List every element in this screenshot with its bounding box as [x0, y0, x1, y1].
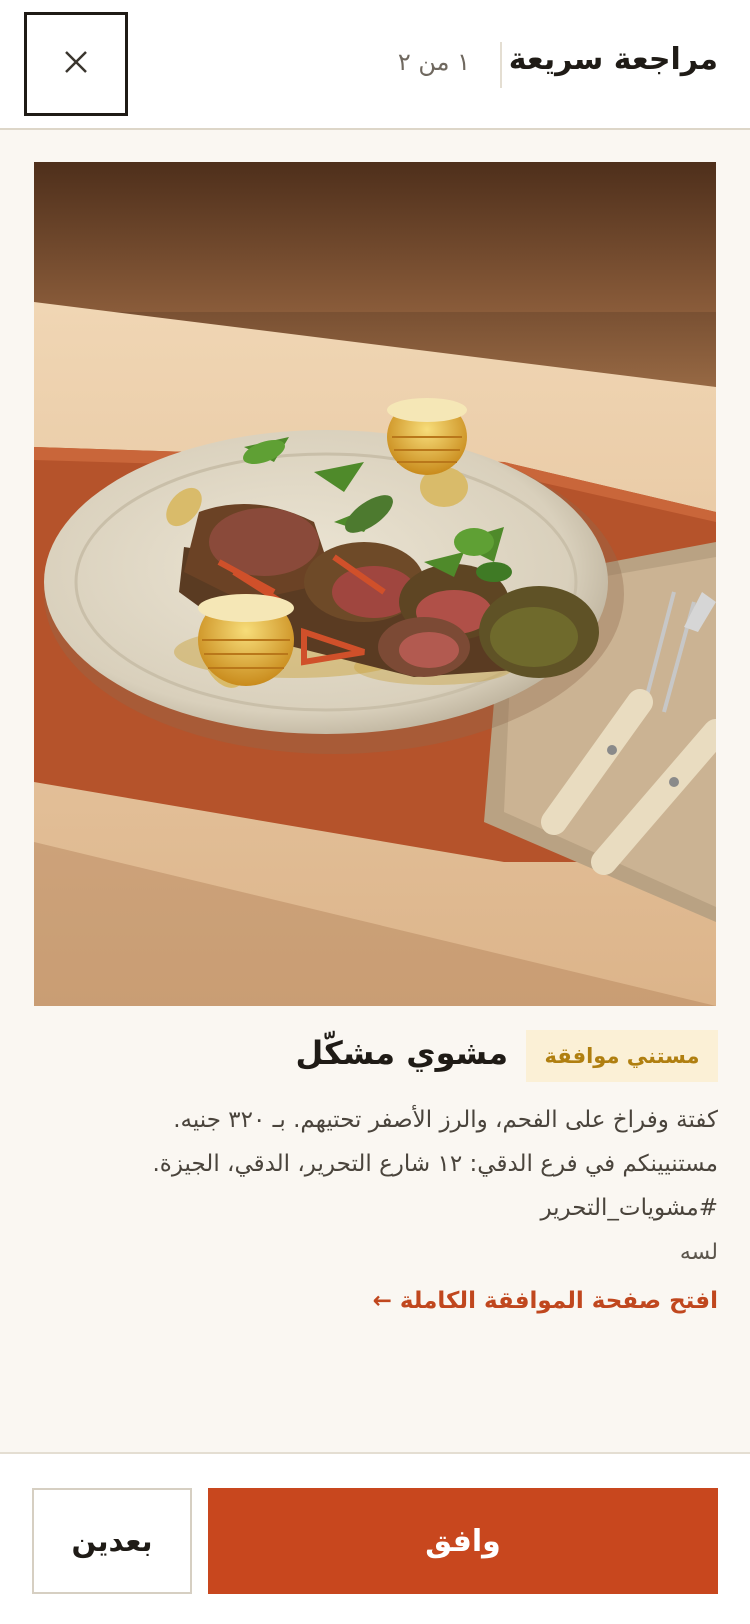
header-divider: [500, 42, 502, 88]
close-icon: [63, 49, 89, 79]
status-badge: مستني موافقة: [526, 1030, 718, 1082]
dish-photo: [34, 162, 716, 1006]
caption-line: مستنيينكم في فرع الدقي: ١٢ شارع التحرير،…: [152, 1151, 718, 1177]
caption-line: كفتة وفراخ على الفحم، والرز الأصفر تحتيه…: [173, 1107, 718, 1133]
open-full-approval-link[interactable]: افتح صفحة الموافقة الكاملة ←: [373, 1288, 718, 1314]
dish-name: مشوي مشكّل: [295, 1034, 508, 1072]
post-caption: كفتة وفراخ على الفحم، والرز الأصفر تحتيه…: [28, 1098, 718, 1230]
approve-button[interactable]: وافق: [208, 1488, 718, 1594]
caption-hashtag: #مشويات_التحرير: [540, 1195, 718, 1221]
action-bar: وافق بعدين: [0, 1452, 750, 1624]
grill-plate-illustration: [34, 162, 716, 1006]
review-counter: ١ من ٢: [397, 48, 470, 76]
page-title: مراجعة سريعة: [508, 42, 718, 77]
status-text: لسه: [679, 1240, 718, 1265]
close-button[interactable]: [24, 12, 128, 116]
later-button[interactable]: بعدين: [32, 1488, 192, 1594]
review-header: مراجعة سريعة ١ من ٢: [0, 0, 750, 130]
